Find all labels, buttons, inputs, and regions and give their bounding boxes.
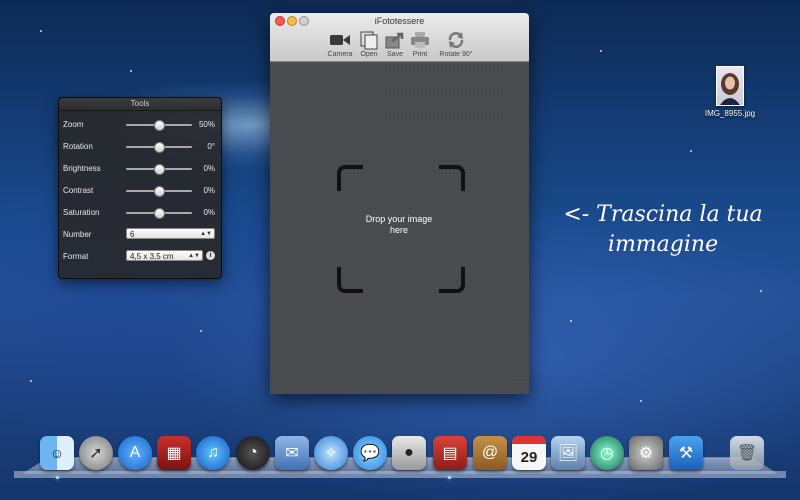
saturation-label: Saturation xyxy=(63,208,100,217)
frame-corner-br xyxy=(439,267,465,293)
contrast-knob[interactable] xyxy=(154,186,165,197)
photo-booth-icon[interactable]: ▦ xyxy=(157,436,191,470)
drag-hint: <- Trascina la tua immagine xyxy=(548,200,778,260)
system-preferences-icon[interactable]: ⚙ xyxy=(629,436,663,470)
select-arrows-icon[interactable]: ▲▼ xyxy=(188,251,200,262)
drag-hint-line2: immagine xyxy=(607,232,719,257)
drag-hint-line1: <- Trascina la tua xyxy=(563,202,763,227)
contrast-slider[interactable] xyxy=(126,186,192,197)
star xyxy=(760,290,762,292)
finder-icon[interactable]: ☺ xyxy=(40,436,74,470)
brightness-row: Brightness 0% xyxy=(63,162,215,176)
brightness-slider[interactable] xyxy=(126,164,192,175)
safari-icon[interactable]: ✧ xyxy=(314,436,348,470)
info-icon[interactable]: i xyxy=(206,251,215,260)
zoom-knob[interactable] xyxy=(154,120,165,131)
image-drop-area[interactable]: Drop your image here xyxy=(270,62,529,394)
frame-corner-tr xyxy=(439,165,465,191)
facetime-icon[interactable]: ● xyxy=(392,436,426,470)
drop-hint-line2: here xyxy=(389,225,408,235)
photo-thumbnail xyxy=(716,66,744,106)
star xyxy=(600,50,602,52)
zoom-label: Zoom xyxy=(63,120,84,129)
number-value: 6 xyxy=(130,230,135,239)
star xyxy=(40,30,42,32)
format-row: Format 4,5 x 3,5 cm ▲▼ i xyxy=(63,250,215,264)
rotate-button[interactable]: Rotate 90° xyxy=(437,30,475,58)
stepper-arrows-icon[interactable]: ▲▼ xyxy=(200,229,212,240)
contrast-row: Contrast 0% xyxy=(63,184,215,198)
format-value: 4,5 x 3,5 cm xyxy=(130,252,174,261)
calendar-icon[interactable]: 29 xyxy=(512,436,546,470)
frame-corner-tl xyxy=(337,165,363,191)
calendar-header xyxy=(512,436,546,444)
brightness-knob[interactable] xyxy=(154,164,165,175)
print-label: Print xyxy=(412,51,428,58)
running-indicator xyxy=(56,476,59,479)
format-label: Format xyxy=(63,252,89,261)
star xyxy=(690,150,692,152)
rotation-value: 0° xyxy=(207,142,215,151)
messages-icon[interactable]: 💬 xyxy=(353,436,387,470)
main-window: iFototessere Camera Open Save Print Rota… xyxy=(270,13,529,394)
star xyxy=(640,400,642,402)
zoom-row: Zoom 50% xyxy=(63,118,215,132)
brightness-value: 0% xyxy=(203,164,215,173)
drop-hint: Drop your image here xyxy=(340,214,458,236)
dock-base xyxy=(14,471,786,478)
number-label: Number xyxy=(63,230,92,239)
star xyxy=(30,380,32,382)
desktop-file[interactable]: IMG_8955.jpg xyxy=(700,66,760,118)
tools-panel: Tools Zoom 50% Rotation 0° Brightness 0%… xyxy=(58,97,222,279)
time-machine-icon[interactable]: ◷ xyxy=(590,436,624,470)
star xyxy=(570,320,572,322)
print-icon xyxy=(403,30,437,50)
rotate-label: Rotate 90° xyxy=(439,51,473,58)
rotate-icon xyxy=(437,30,475,50)
xcode-icon[interactable]: ⚒ xyxy=(669,436,703,470)
saturation-knob[interactable] xyxy=(154,208,165,219)
rotation-slider[interactable] xyxy=(126,142,192,153)
calendar-day: 29 xyxy=(520,448,538,466)
ifototessere-icon[interactable]: ▤ xyxy=(433,436,467,470)
mail-icon[interactable]: ✉ xyxy=(275,436,309,470)
file-name: IMG_8955.jpg xyxy=(704,109,756,118)
rotation-label: Rotation xyxy=(63,142,93,151)
print-button[interactable]: Print xyxy=(403,30,437,58)
brightness-label: Brightness xyxy=(63,164,101,173)
zoom-slider[interactable] xyxy=(126,120,192,131)
rotation-row: Rotation 0° xyxy=(63,140,215,154)
saturation-slider[interactable] xyxy=(126,208,192,219)
zoom-value: 50% xyxy=(198,120,215,129)
app-store-icon[interactable]: A xyxy=(118,436,152,470)
star xyxy=(200,330,202,332)
window-title: iFototessere xyxy=(374,16,425,26)
running-indicator xyxy=(448,476,451,479)
contrast-label: Contrast xyxy=(63,186,94,195)
number-row: Number 6 ▲▼ xyxy=(63,228,215,242)
dashboard-icon[interactable]: ◔ xyxy=(236,436,270,470)
frame-corner-bl xyxy=(337,267,363,293)
tools-title: Tools xyxy=(59,98,221,111)
contacts-icon[interactable]: @ xyxy=(473,436,507,470)
saturation-row: Saturation 0% xyxy=(63,206,215,220)
trash-icon[interactable]: 🗑 xyxy=(730,436,764,470)
format-select[interactable]: 4,5 x 3,5 cm ▲▼ xyxy=(126,250,203,261)
number-stepper[interactable]: 6 ▲▼ xyxy=(126,228,215,239)
itunes-icon[interactable]: ♫ xyxy=(196,436,230,470)
contrast-value: 0% xyxy=(203,186,215,195)
drop-hint-line1: Drop your image xyxy=(365,214,433,224)
saturation-value: 0% xyxy=(203,208,215,217)
rotation-knob[interactable] xyxy=(154,142,165,153)
preview-icon[interactable]: 🖼 xyxy=(551,436,585,470)
window-titlebar: iFototessere Camera Open Save Print Rota… xyxy=(270,13,529,62)
star xyxy=(130,70,132,72)
launchpad-icon[interactable]: ➚ xyxy=(79,436,113,470)
